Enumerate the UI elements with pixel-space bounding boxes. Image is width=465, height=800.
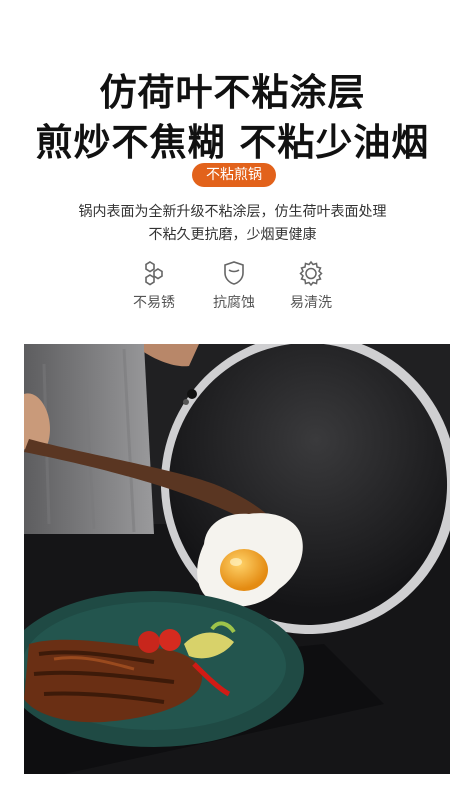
- pan-with-egg-illustration: [24, 344, 450, 774]
- feature-label: 抗腐蚀: [213, 295, 255, 311]
- feature-easy-clean: 易清洗: [271, 260, 351, 312]
- feature-corrosion-resistant: 抗腐蚀: [194, 260, 274, 312]
- feature-label: 不易锈: [133, 295, 175, 311]
- feature-label: 易清洗: [290, 295, 332, 311]
- headline-line-1: 仿荷叶不粘涂层: [99, 71, 366, 114]
- gear-ring-icon: [299, 260, 323, 286]
- product-photo: [24, 344, 450, 774]
- hexagon-cluster-icon: [145, 261, 163, 286]
- description-line-2: 不粘久更抗磨，少烟更健康: [148, 227, 317, 243]
- product-tag: 不粘煎锅: [192, 163, 276, 187]
- shield-icon: [224, 261, 244, 285]
- feature-rust-proof: 不易锈: [114, 260, 194, 312]
- headline-line-2: 煎炒不焦糊 不粘少油烟: [35, 121, 430, 164]
- description-line-1: 锅内表面为全新升级不粘涂层，仿生荷叶表面处理: [78, 204, 387, 220]
